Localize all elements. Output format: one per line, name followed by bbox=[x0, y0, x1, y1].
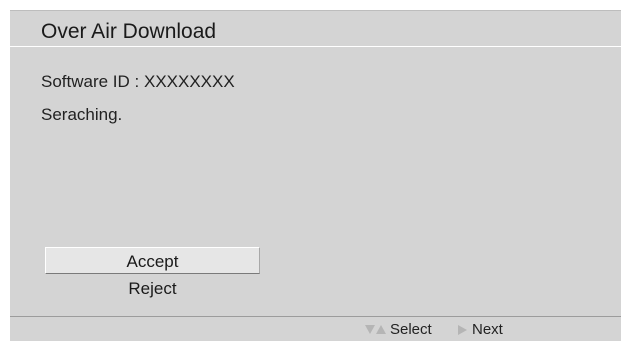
title-bar: Over Air Download bbox=[10, 11, 621, 47]
arrow-right-icon bbox=[458, 324, 467, 335]
footer-hint-bar: Select Next bbox=[10, 317, 621, 342]
next-hint-label: Next bbox=[472, 321, 503, 338]
select-hint-label: Select bbox=[390, 321, 432, 338]
dialog-title: Over Air Download bbox=[41, 20, 217, 43]
accept-button[interactable]: Accept bbox=[45, 247, 260, 274]
software-id-text: Software ID : XXXXXXXX bbox=[41, 72, 235, 91]
search-status-text: Seraching. bbox=[41, 105, 123, 124]
reject-button[interactable]: Reject bbox=[45, 276, 260, 302]
over-air-download-dialog: Over Air Download Software ID : XXXXXXXX… bbox=[10, 10, 621, 341]
select-hint: Select bbox=[365, 321, 432, 338]
next-hint: Next bbox=[458, 321, 503, 338]
arrow-up-icon bbox=[376, 325, 386, 334]
arrow-down-icon bbox=[365, 325, 375, 334]
